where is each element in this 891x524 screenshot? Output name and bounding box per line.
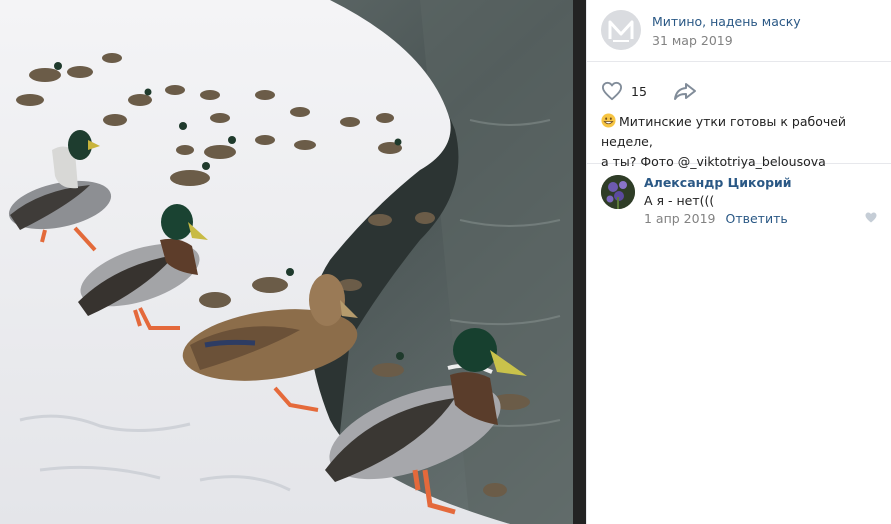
post-date: 31 мар 2019 <box>652 33 733 48</box>
post-side-panel: Митино, надень маску 31 мар 2019 15 Мити… <box>586 0 891 524</box>
group-logo-icon <box>601 10 641 50</box>
photo-divider <box>573 0 586 524</box>
post-header: Митино, надень маску 31 мар 2019 <box>587 0 891 62</box>
ducks-photo <box>0 0 573 524</box>
like-count: 15 <box>631 83 647 99</box>
heart-icon <box>865 212 877 223</box>
photo-viewer: Митино, надень маску 31 мар 2019 15 Мити… <box>0 0 891 524</box>
post-caption: Митинские утки готовы к рабочей неделе, … <box>587 102 891 169</box>
commenter-avatar[interactable] <box>601 175 635 209</box>
grinning-face-icon <box>601 113 616 128</box>
post-photo[interactable] <box>0 0 573 524</box>
group-name-link[interactable]: Митино, надень маску <box>652 14 801 29</box>
share-button[interactable] <box>673 80 697 102</box>
caption-line-1: Митинские утки готовы к рабочей неделе, <box>601 114 847 149</box>
heart-icon <box>602 81 622 101</box>
comment-meta: 1 апр 2019 Ответить <box>644 211 788 226</box>
comment-date: 1 апр 2019 <box>644 211 716 226</box>
comment-text: А я - нет((( <box>644 193 715 208</box>
group-avatar[interactable] <box>601 10 641 50</box>
like-button[interactable]: 15 <box>601 80 647 102</box>
comment-author-link[interactable]: Александр Цикорий <box>644 175 792 190</box>
flower-avatar-icon <box>601 175 635 209</box>
share-arrow-icon <box>674 83 696 100</box>
post-actions: 15 <box>587 62 891 102</box>
comment-item: Александр Цикорий А я - нет((( 1 апр 201… <box>587 164 891 244</box>
reply-button[interactable]: Ответить <box>725 211 787 226</box>
comment-like-button[interactable] <box>865 212 877 223</box>
